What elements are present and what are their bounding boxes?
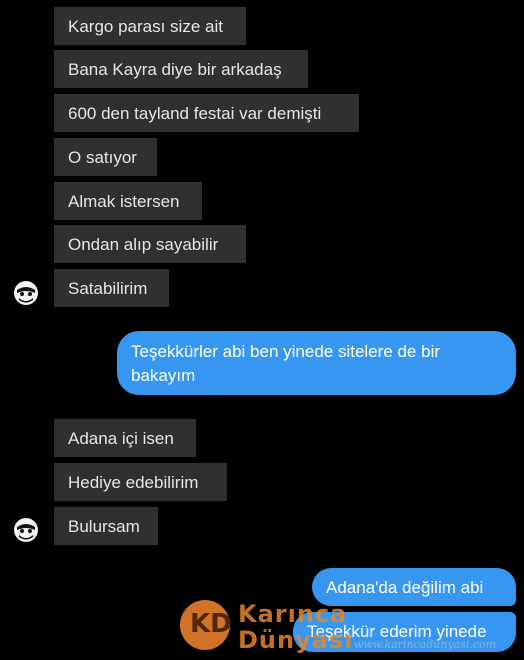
- message-incoming[interactable]: Almak istersen: [54, 182, 202, 220]
- message-outgoing[interactable]: Adana'da değilim abi: [312, 568, 516, 606]
- message-incoming[interactable]: Satabilirim: [54, 269, 169, 307]
- message-incoming[interactable]: Kargo parası size ait: [54, 7, 246, 45]
- contact-avatar-icon[interactable]: [13, 280, 39, 306]
- message-incoming[interactable]: Bulursam: [54, 507, 158, 545]
- message-incoming[interactable]: Bana Kayra diye bir arkadaş: [54, 50, 308, 88]
- message-outgoing[interactable]: Teşekkürler abi ben yinede sitelere de b…: [117, 331, 516, 395]
- message-incoming[interactable]: 600 den tayland festai var demişti: [54, 94, 359, 132]
- message-incoming[interactable]: Hediye edebilirim: [54, 463, 227, 501]
- message-incoming[interactable]: Ondan alıp sayabilir: [54, 225, 246, 263]
- masked-face-avatar-icon: [14, 518, 38, 542]
- contact-avatar-icon[interactable]: [13, 517, 39, 543]
- message-outgoing[interactable]: Teşekkür ederim yinede: [293, 612, 516, 652]
- watermark-logo-icon: KD: [180, 600, 232, 650]
- message-incoming[interactable]: O satıyor: [54, 138, 157, 176]
- masked-face-avatar-icon: [14, 281, 38, 305]
- watermark-logo-letters: KD: [190, 609, 232, 639]
- message-incoming[interactable]: Adana içi isen: [54, 419, 196, 457]
